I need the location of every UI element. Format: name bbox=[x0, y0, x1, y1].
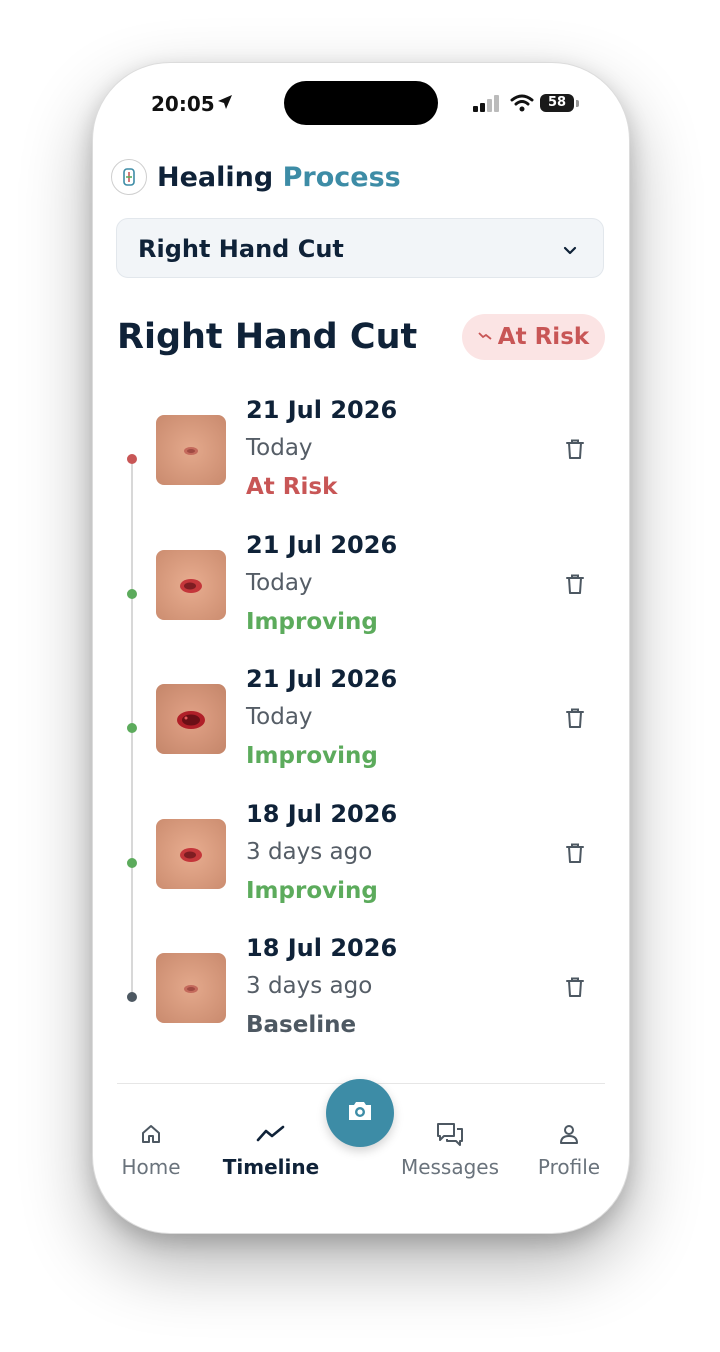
entry-date: 18 Jul 2026 bbox=[246, 800, 398, 828]
wound-photo-thumbnail[interactable] bbox=[156, 415, 226, 485]
entry-status: At Risk bbox=[246, 474, 338, 500]
phone-frame: 20:05 58 Healing Process Right Hand Cut … bbox=[92, 62, 630, 1234]
nav-home-label: Home bbox=[121, 1155, 181, 1179]
wound-selector-dropdown[interactable]: Right Hand Cut bbox=[116, 218, 604, 278]
home-icon bbox=[96, 1119, 206, 1149]
status-bar: 20:05 58 bbox=[93, 63, 629, 143]
wound-title: Right Hand Cut bbox=[117, 317, 418, 357]
timeline-entry[interactable]: 18 Jul 2026 3 days ago Baseline bbox=[93, 934, 629, 1068]
nav-messages[interactable]: Messages bbox=[395, 1119, 505, 1179]
battery-cap bbox=[576, 100, 579, 107]
wound-photo-thumbnail[interactable] bbox=[156, 953, 226, 1023]
location-arrow-icon bbox=[217, 94, 233, 114]
status-badge-label: At Risk bbox=[497, 324, 590, 350]
app-logo-icon bbox=[111, 159, 147, 195]
entry-relative-time: Today bbox=[246, 570, 313, 596]
nav-timeline-label: Timeline bbox=[222, 1155, 320, 1179]
entry-relative-time: Today bbox=[246, 435, 313, 461]
delete-trash-icon[interactable] bbox=[565, 573, 585, 599]
timeline-entry[interactable]: 21 Jul 2026 Today Improving bbox=[93, 531, 629, 665]
nav-profile[interactable]: Profile bbox=[514, 1119, 624, 1179]
entry-date: 21 Jul 2026 bbox=[246, 396, 398, 424]
entry-status: Improving bbox=[246, 743, 378, 769]
wound-photo-thumbnail[interactable] bbox=[156, 550, 226, 620]
delete-trash-icon[interactable] bbox=[565, 438, 585, 464]
timeline-dot bbox=[127, 589, 137, 599]
wound-selector-value: Right Hand Cut bbox=[138, 235, 344, 263]
entry-relative-time: 3 days ago bbox=[246, 973, 373, 999]
entry-relative-time: 3 days ago bbox=[246, 839, 373, 865]
messages-icon bbox=[395, 1119, 505, 1149]
status-time: 20:05 bbox=[151, 92, 215, 116]
timeline-dot bbox=[127, 454, 137, 464]
entry-date: 21 Jul 2026 bbox=[246, 665, 398, 693]
timeline-entry[interactable]: 21 Jul 2026 Today Improving bbox=[93, 665, 629, 799]
app-title-primary: Healing bbox=[157, 161, 274, 193]
timeline-dot bbox=[127, 723, 137, 733]
delete-trash-icon[interactable] bbox=[565, 976, 585, 1002]
timeline-entry[interactable]: 21 Jul 2026 Today At Risk bbox=[93, 396, 629, 530]
timeline-dot bbox=[127, 858, 137, 868]
dynamic-island bbox=[284, 81, 438, 125]
entry-date: 18 Jul 2026 bbox=[246, 934, 398, 962]
entry-status: Baseline bbox=[246, 1012, 357, 1038]
app-title-accent: Process bbox=[282, 161, 401, 193]
nav-timeline[interactable]: Timeline bbox=[216, 1119, 326, 1179]
timeline-dot bbox=[127, 992, 137, 1002]
trend-down-icon bbox=[478, 329, 492, 345]
battery-icon: 58 bbox=[540, 94, 574, 112]
profile-icon bbox=[514, 1119, 624, 1149]
app-header: Healing Process bbox=[111, 157, 401, 197]
chevron-down-icon bbox=[563, 241, 577, 260]
app-title: Healing Process bbox=[157, 162, 401, 193]
delete-trash-icon[interactable] bbox=[565, 842, 585, 868]
delete-trash-icon[interactable] bbox=[565, 707, 585, 733]
timeline-entry[interactable]: 18 Jul 2026 3 days ago Improving bbox=[93, 800, 629, 934]
entry-relative-time: Today bbox=[246, 704, 313, 730]
status-badge: At Risk bbox=[462, 314, 605, 360]
nav-home[interactable]: Home bbox=[96, 1119, 206, 1179]
cellular-signal-icon bbox=[473, 95, 501, 117]
nav-profile-label: Profile bbox=[537, 1155, 601, 1179]
wound-photo-thumbnail[interactable] bbox=[156, 819, 226, 889]
camera-icon bbox=[346, 1099, 374, 1127]
entry-date: 21 Jul 2026 bbox=[246, 531, 398, 559]
wifi-icon bbox=[510, 94, 534, 116]
wound-photo-thumbnail[interactable] bbox=[156, 684, 226, 754]
nav-messages-label: Messages bbox=[400, 1155, 500, 1179]
trend-icon bbox=[216, 1119, 326, 1149]
entry-status: Improving bbox=[246, 609, 378, 635]
camera-button[interactable] bbox=[326, 1079, 394, 1147]
entry-status: Improving bbox=[246, 878, 378, 904]
